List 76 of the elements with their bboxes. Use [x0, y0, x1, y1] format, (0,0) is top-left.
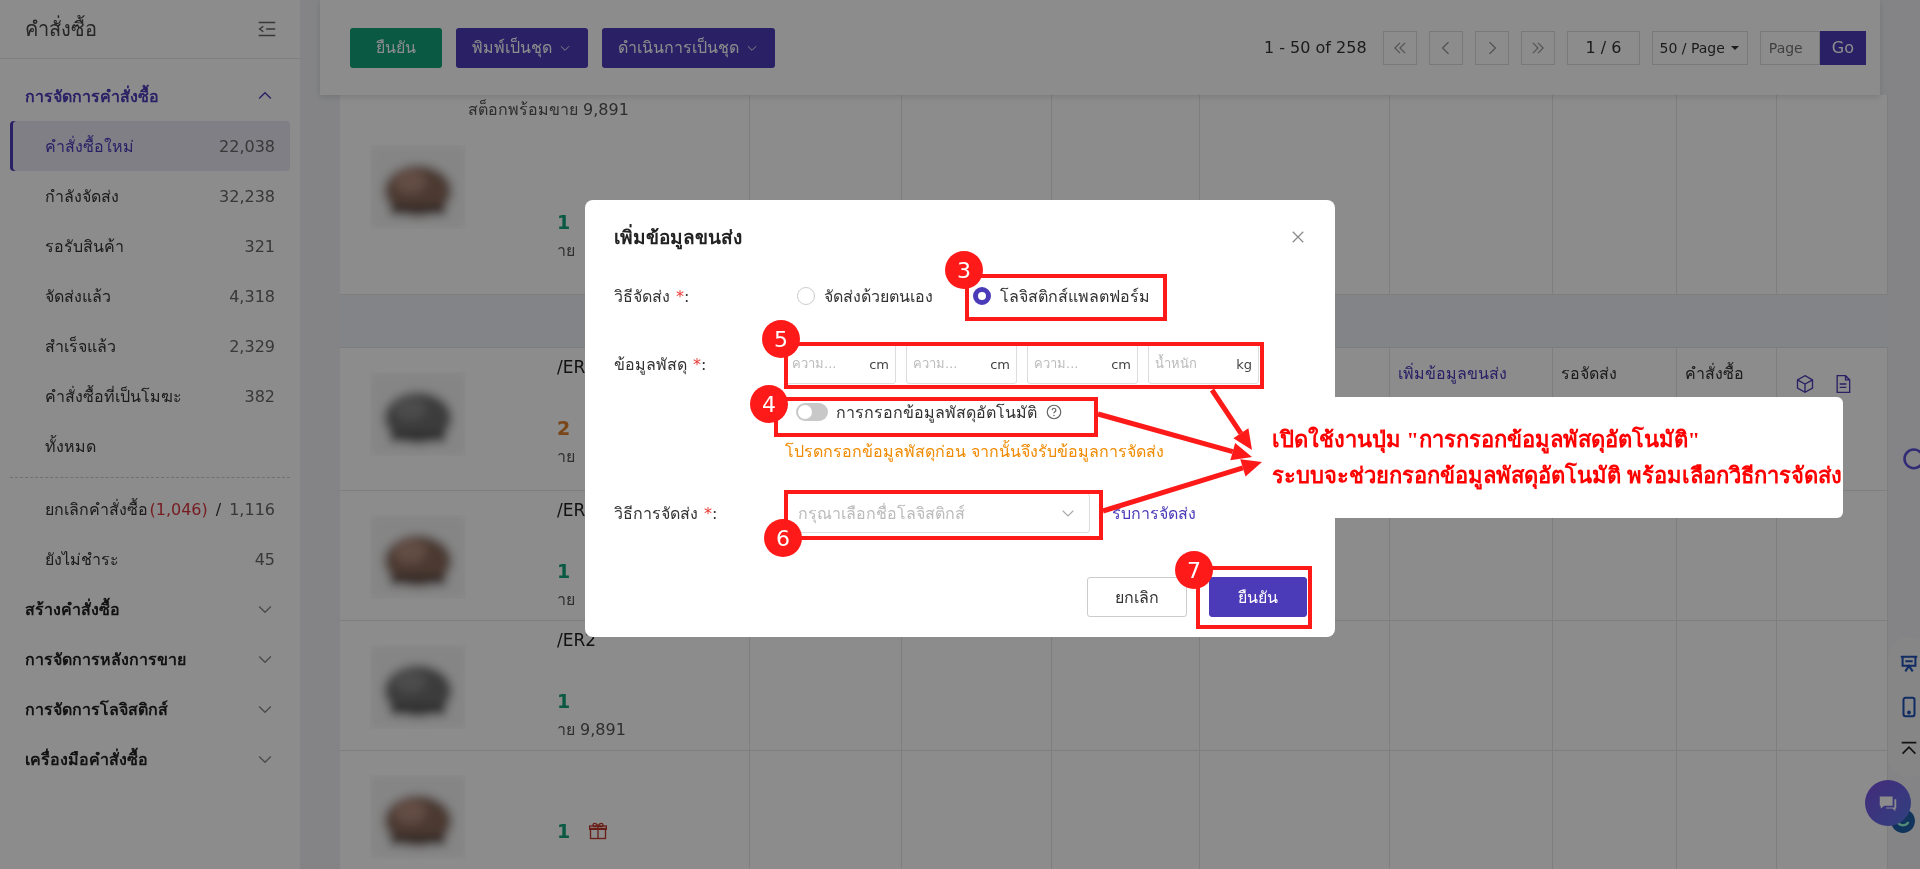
unit-label: cm: [990, 356, 1010, 372]
callout-text: ระบบจะช่วยกรอกข้อมูลพัสดุอัตโนมัติ พร้อมเลือกวิธีการจัดส่ง: [1272, 461, 1843, 490]
menu-group[interactable]: สร้างคำสั่งซื้อ: [0, 584, 300, 634]
label-colon: :: [684, 286, 690, 306]
menu-group[interactable]: การจัดการโลจิสติกส์: [0, 684, 300, 734]
quantity-text: 1: [557, 690, 571, 712]
pickup-link[interactable]: รับการจัดส่ง: [1112, 500, 1196, 526]
step-marker: 4: [750, 385, 788, 423]
page-input[interactable]: Page: [1759, 30, 1820, 65]
sidebar-item[interactable]: สำเร็จแล้ว 2,329: [10, 321, 290, 371]
sidebar-title: คำสั่งซื้อ: [25, 14, 97, 43]
parcel-field[interactable]: ความ... cm: [785, 344, 896, 384]
sidebar-item[interactable]: รอรับสินค้า 321: [10, 221, 290, 271]
status-text: รอจัดส่ง: [1561, 364, 1617, 383]
confirm-button[interactable]: ยืนยัน: [1209, 577, 1307, 617]
dropdown-button[interactable]: พิมพ์เป็นชุด: [456, 27, 588, 68]
go-button[interactable]: Go: [1819, 30, 1866, 65]
step-marker: 5: [762, 320, 800, 358]
quantity-text: 1: [557, 560, 571, 582]
add-shipping-link[interactable]: เพิ่มข้อมูลขนส่ง: [1398, 364, 1507, 383]
parcel-field[interactable]: ความ... cm: [906, 344, 1017, 384]
stock-text: าย: [557, 446, 576, 468]
cancel-button[interactable]: ยกเลิก: [1087, 577, 1187, 617]
help-icon[interactable]: [1045, 403, 1063, 421]
chevron-icon: [1439, 41, 1452, 54]
sidebar-item[interactable]: คำสั่งซื้อใหม่ 22,038: [10, 121, 290, 171]
unit-label: cm: [869, 356, 889, 372]
step-marker: 3: [945, 251, 983, 289]
unit-label: kg: [1236, 356, 1252, 372]
stock-text: าย: [557, 240, 575, 262]
menu-group[interactable]: การจัดการหลังการขาย: [0, 634, 300, 684]
chevron-icon: [1531, 41, 1544, 54]
field-label: ข้อมูลพัสดุ: [614, 353, 687, 377]
page-indicator: 1 / 6: [1566, 30, 1641, 65]
quantity-text: 1: [557, 820, 571, 842]
radio-label: โลจิสติกส์แพลตฟอร์ม: [1000, 285, 1150, 308]
step-marker: 7: [1175, 551, 1213, 589]
dropdown-button[interactable]: ดำเนินการเป็นชุด: [602, 27, 775, 68]
field-label: วิธีจัดส่ง: [614, 285, 670, 308]
stock-text: สต็อกพร้อมขาย 9,891: [467, 98, 630, 117]
package-icon[interactable]: [1795, 374, 1815, 394]
sidebar-item[interactable]: กำลังจัดส่ง 32,238: [10, 171, 290, 221]
unit-label: cm: [1111, 356, 1131, 372]
label-colon: :: [701, 354, 707, 374]
stock-text: าย 9,891: [557, 719, 626, 741]
radio-label: จัดส่งด้วยตนเอง: [824, 285, 933, 308]
sidebar-item[interactable]: ทั้งหมด: [10, 421, 290, 471]
required-mark: *: [693, 354, 701, 374]
quantity-text: 1: [557, 211, 571, 233]
menu-group[interactable]: การจัดการคำสั่งซื้อ: [0, 71, 300, 121]
sidebar-item[interactable]: คำสั่งซื้อที่เป็นโมฆะ 382: [10, 371, 290, 421]
sidebar-item[interactable]: จัดส่งแล้ว 4,318: [10, 271, 290, 321]
chevron-icon: [1393, 41, 1406, 54]
hint-text: โปรดกรอกข้อมูลพัสดุก่อน จากนั้นจึงรับข้อมูลการจัดส่ง: [785, 442, 1166, 462]
dialog-title: เพิ่มข้อมูลขนส่ง: [614, 223, 742, 252]
required-mark: *: [676, 286, 684, 306]
radio-button[interactable]: [973, 287, 991, 305]
parcel-field[interactable]: น้ำหนัก kg: [1148, 344, 1259, 384]
step-marker: 6: [764, 519, 802, 557]
sku-text: /ER: [557, 356, 586, 379]
menu-group[interactable]: เครื่องมือคำสั่งซื้อ: [0, 734, 300, 784]
toggle-switch[interactable]: [796, 403, 828, 421]
sku-text: /ER: [557, 499, 586, 522]
sidebar-item[interactable]: ยังไม่ชำระ 45: [10, 534, 290, 584]
page-range: 1 - 50 of 258: [1263, 38, 1367, 57]
quantity-text: 2: [557, 417, 571, 439]
order-type-text: คำสั่งซื้อ: [1685, 364, 1744, 383]
field-label: วิธีการจัดส่ง: [614, 502, 698, 525]
label-colon: :: [712, 503, 718, 523]
toggle-label: การกรอกข้อมูลพัสดุอัตโนมัติ: [836, 401, 1037, 425]
required-mark: *: [704, 503, 712, 523]
stock-text: าย: [557, 589, 576, 611]
sidebar-item[interactable]: ยกเลิกคำสั่งซื้อ(1,046) / 1,116: [10, 484, 290, 534]
callout-text: เปิดใช้งานปุ่ม "การกรอกข้อมูลพัสดุอัตโนมัติ": [1272, 425, 1701, 454]
parcel-field[interactable]: ความ... cm: [1027, 344, 1138, 384]
page-size-select[interactable]: 50 / Page: [1652, 30, 1748, 65]
